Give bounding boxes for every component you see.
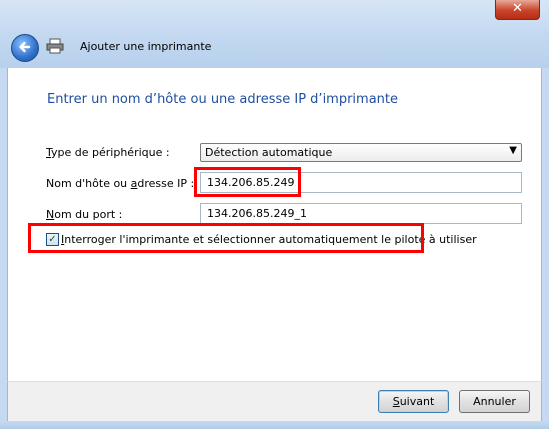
printer-icon <box>46 38 64 54</box>
port-label: Nom du port : <box>46 208 123 221</box>
back-button[interactable] <box>11 34 39 62</box>
port-value: 134.206.85.249_1 <box>207 207 307 220</box>
device-type-select[interactable]: Détection automatique ▼ <box>200 143 522 162</box>
device-type-label: Type de périphérique : <box>46 146 170 159</box>
back-arrow-icon <box>19 41 31 53</box>
chevron-down-icon: ▼ <box>509 145 517 156</box>
checkbox-highlight <box>28 223 424 253</box>
close-button[interactable]: ✕ <box>495 0 540 20</box>
port-input[interactable]: 134.206.85.249_1 <box>200 203 522 224</box>
window-frame-bottom <box>0 421 549 429</box>
hostname-label: Nom d'hôte ou adresse IP : <box>46 177 195 190</box>
page-heading: Entrer un nom d’hôte ou une adresse IP d… <box>47 92 399 107</box>
wizard-title: Ajouter une imprimante <box>80 40 212 53</box>
device-type-value: Détection automatique <box>205 146 333 159</box>
window-frame-left <box>0 68 7 421</box>
window-frame-right <box>541 68 549 421</box>
cancel-button[interactable]: Annuler <box>459 390 530 413</box>
title-bar <box>0 0 549 69</box>
hostname-highlight <box>194 167 301 197</box>
next-button[interactable]: Suivant <box>378 390 449 413</box>
